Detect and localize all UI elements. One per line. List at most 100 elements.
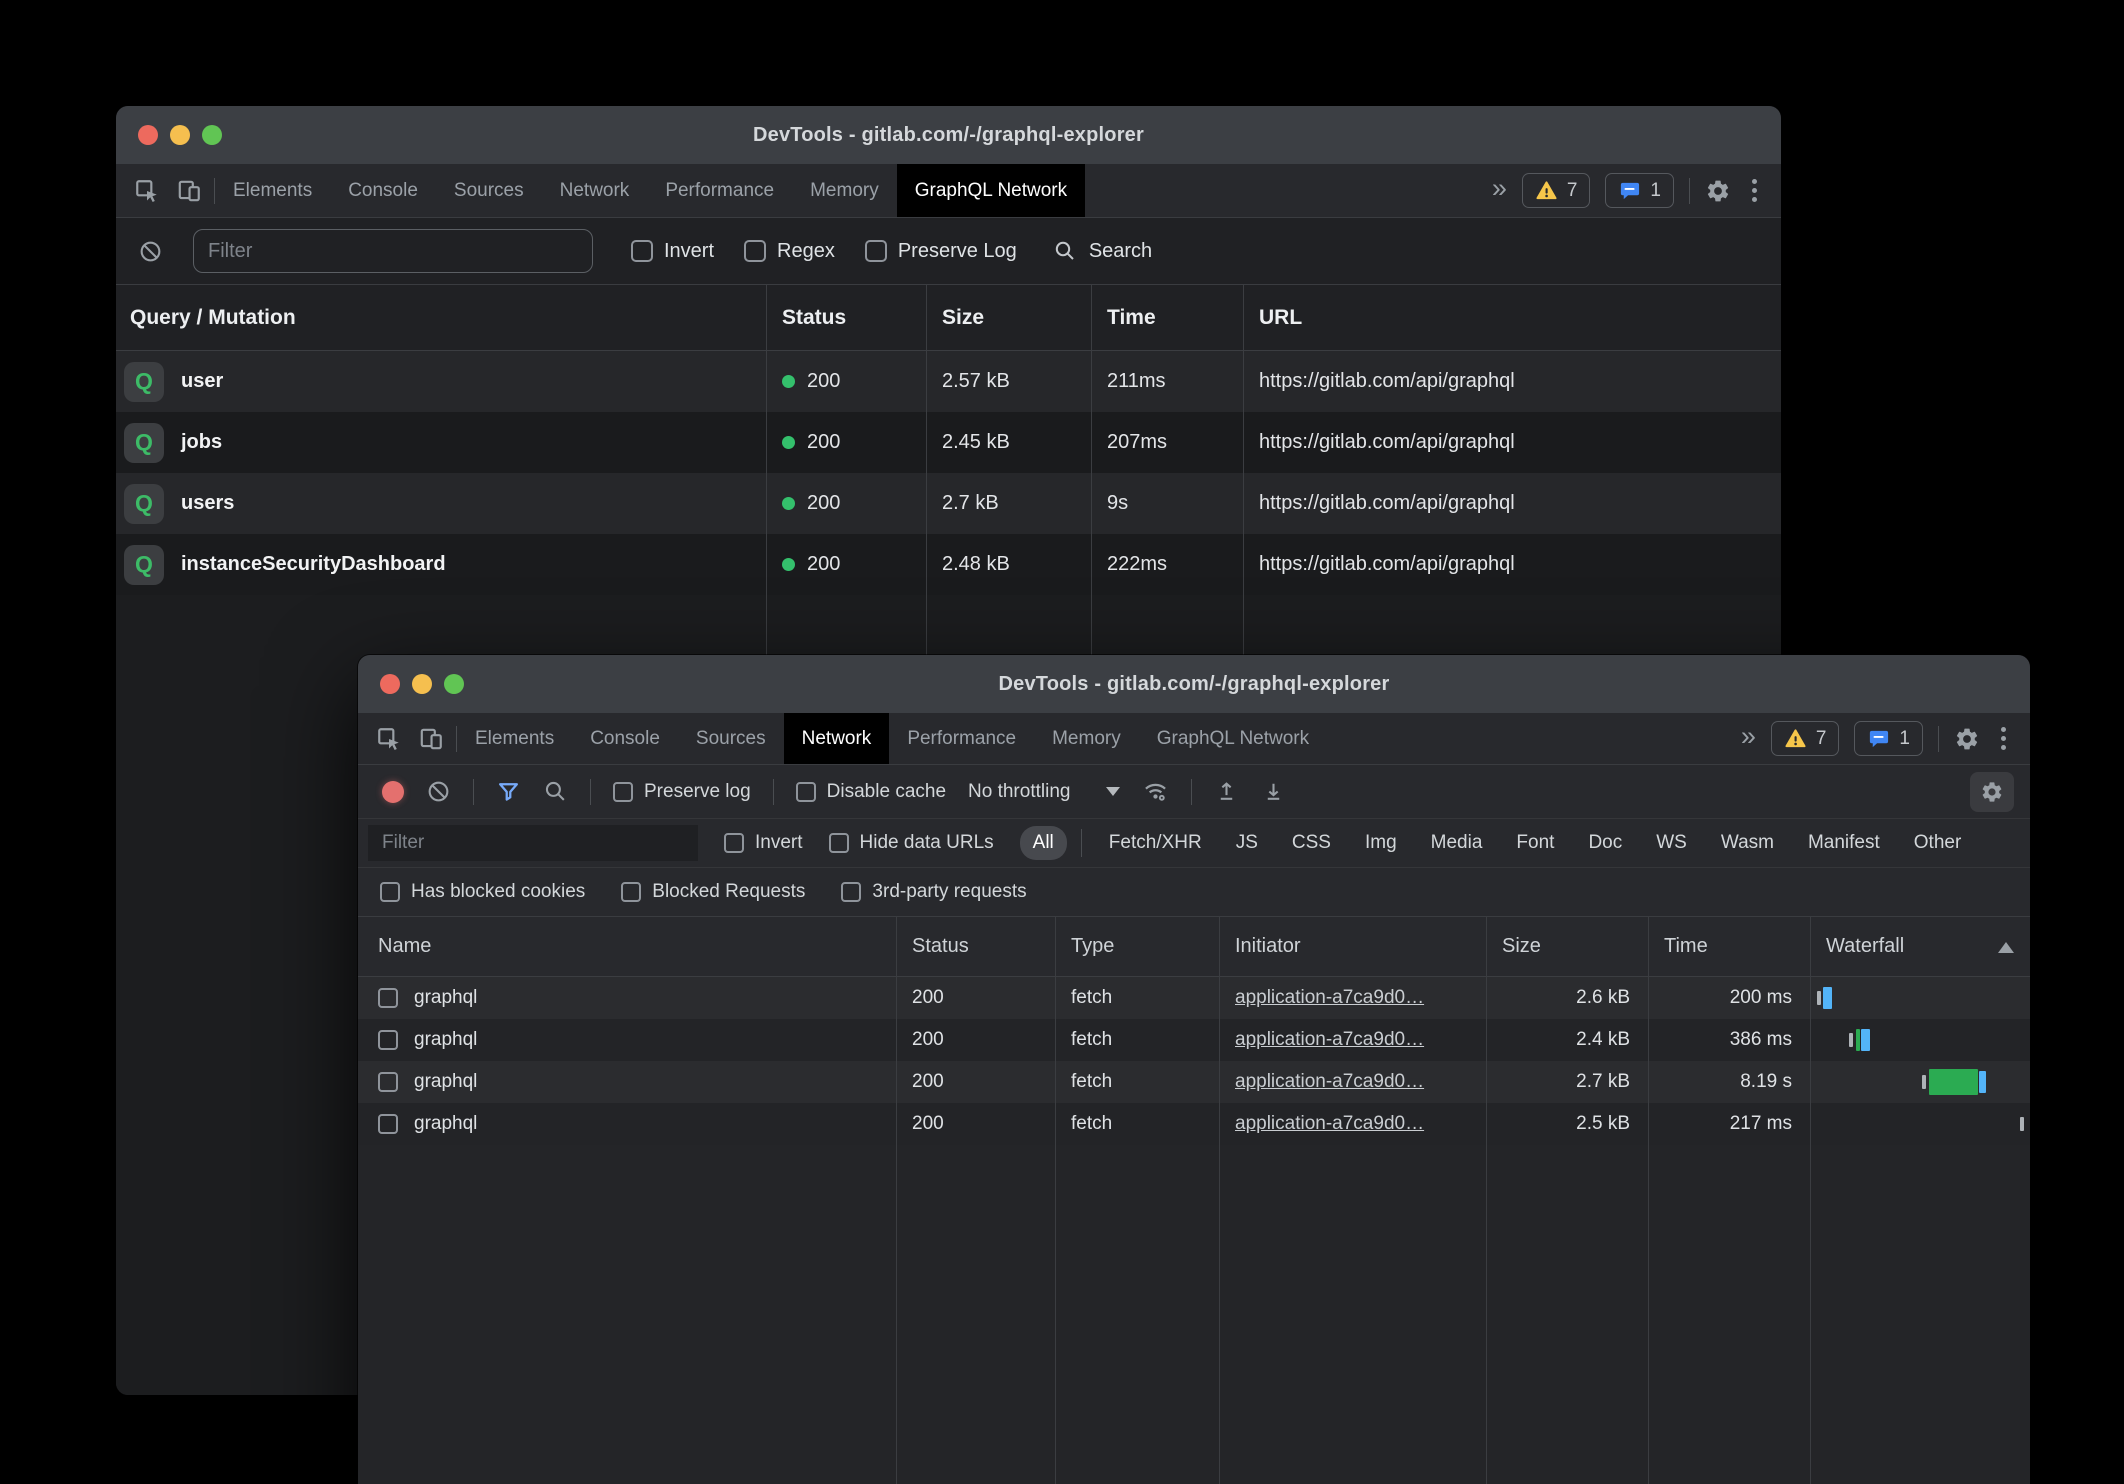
chip-manifest[interactable]: Manifest (1795, 826, 1893, 860)
row-checkbox[interactable] (378, 1030, 398, 1050)
column-header-query-mutation[interactable]: Query / Mutation (116, 306, 766, 330)
third-party-requests-checkbox[interactable] (841, 882, 861, 902)
preserve-log-checkbox-group[interactable]: Preserve log (613, 781, 751, 803)
column-header-status[interactable]: Status (896, 917, 1055, 976)
preserve-log-checkbox-group[interactable]: Preserve Log (865, 240, 1017, 263)
filter-input[interactable] (368, 825, 698, 861)
tab-graphql-network[interactable]: GraphQL Network (1139, 713, 1327, 764)
column-resize-handle[interactable] (1219, 917, 1220, 1484)
export-har-icon[interactable] (1261, 779, 1286, 804)
tab-network[interactable]: Network (784, 713, 890, 764)
column-header-initiator[interactable]: Initiator (1219, 917, 1486, 976)
import-har-icon[interactable] (1214, 779, 1239, 804)
record-button[interactable] (382, 781, 404, 803)
column-header-status[interactable]: Status (766, 306, 926, 330)
throttling-select[interactable]: No throttling (968, 781, 1120, 803)
request-row-1[interactable]: graphql200fetchapplication-a7ca9d0…2.6 k… (358, 977, 2030, 1019)
row-checkbox[interactable] (378, 1114, 398, 1134)
query-row-users[interactable]: Qusers2002.7 kB9shttps://gitlab.com/api/… (116, 473, 1781, 534)
has-blocked-cookies-checkbox[interactable] (380, 882, 400, 902)
tab-network[interactable]: Network (542, 164, 648, 217)
tab-memory[interactable]: Memory (792, 164, 897, 217)
initiator-link[interactable]: application-a7ca9d0… (1235, 1071, 1424, 1092)
warnings-badge[interactable]: 7 (1522, 173, 1591, 208)
row-checkbox[interactable] (378, 988, 398, 1008)
blocked-requests-checkbox-group[interactable]: Blocked Requests (621, 881, 805, 903)
tab-console[interactable]: Console (330, 164, 436, 217)
column-resize-handle[interactable] (896, 917, 897, 1484)
column-header-waterfall[interactable]: Waterfall (1810, 917, 2030, 976)
issues-badge[interactable]: 1 (1854, 721, 1923, 756)
zoom-button[interactable] (444, 674, 464, 694)
hide-data-urls-checkbox[interactable] (829, 833, 849, 853)
kebab-menu-icon[interactable] (1995, 723, 2012, 754)
zoom-button[interactable] (202, 125, 222, 145)
regex-checkbox-group[interactable]: Regex (744, 240, 835, 263)
chip-img[interactable]: Img (1352, 826, 1410, 860)
request-row-2[interactable]: graphql200fetchapplication-a7ca9d0…2.4 k… (358, 1019, 2030, 1061)
column-header-size[interactable]: Size (926, 306, 1091, 330)
settings-gear-icon[interactable] (1705, 178, 1731, 204)
disable-cache-checkbox[interactable] (796, 782, 816, 802)
third-party-requests-checkbox-group[interactable]: 3rd-party requests (841, 881, 1026, 903)
tab-performance[interactable]: Performance (889, 713, 1034, 764)
chip-media[interactable]: Media (1418, 826, 1496, 860)
tab-console[interactable]: Console (572, 713, 678, 764)
column-header-size[interactable]: Size (1486, 917, 1648, 976)
column-header-type[interactable]: Type (1055, 917, 1219, 976)
filter-funnel-icon[interactable] (496, 779, 521, 804)
close-button[interactable] (380, 674, 400, 694)
preserve-log-checkbox[interactable] (613, 782, 633, 802)
disable-cache-checkbox-group[interactable]: Disable cache (796, 781, 946, 803)
minimize-button[interactable] (170, 125, 190, 145)
settings-gear-icon[interactable] (1954, 726, 1980, 752)
search-button[interactable]: Search (1053, 239, 1152, 263)
more-tabs-icon[interactable]: » (1741, 723, 1756, 754)
column-resize-handle[interactable] (1810, 917, 1811, 1484)
network-conditions-icon[interactable] (1142, 778, 1169, 805)
column-resize-handle[interactable] (1055, 917, 1056, 1484)
chip-css[interactable]: CSS (1279, 826, 1344, 860)
invert-checkbox[interactable] (631, 240, 653, 262)
query-row-instancesecuritydashboard[interactable]: QinstanceSecurityDashboard2002.48 kB222m… (116, 534, 1781, 595)
chip-wasm[interactable]: Wasm (1708, 826, 1787, 860)
chip-font[interactable]: Font (1503, 826, 1567, 860)
titlebar[interactable]: DevTools - gitlab.com/-/graphql-explorer (116, 106, 1781, 164)
clear-icon[interactable] (426, 779, 451, 804)
chip-doc[interactable]: Doc (1575, 826, 1635, 860)
tab-sources[interactable]: Sources (436, 164, 542, 217)
request-row-4[interactable]: graphql200fetchapplication-a7ca9d0…2.5 k… (358, 1103, 2030, 1145)
has-blocked-cookies-checkbox-group[interactable]: Has blocked cookies (380, 881, 585, 903)
tab-sources[interactable]: Sources (678, 713, 784, 764)
tab-graphql-network[interactable]: GraphQL Network (897, 164, 1085, 217)
invert-checkbox-group[interactable]: Invert (724, 832, 803, 854)
clear-icon[interactable] (138, 239, 163, 264)
column-header-name[interactable]: Name (358, 917, 896, 976)
chip-ws[interactable]: WS (1643, 826, 1700, 860)
column-resize-handle[interactable] (1648, 917, 1649, 1484)
chip-other[interactable]: Other (1901, 826, 1975, 860)
invert-checkbox[interactable] (724, 833, 744, 853)
inspect-icon[interactable] (376, 726, 402, 752)
device-toolbar-icon[interactable] (176, 178, 202, 204)
issues-badge[interactable]: 1 (1605, 173, 1674, 208)
device-toolbar-icon[interactable] (418, 726, 444, 752)
inspect-icon[interactable] (134, 178, 160, 204)
invert-checkbox-group[interactable]: Invert (631, 240, 714, 263)
column-resize-handle[interactable] (1486, 917, 1487, 1484)
query-row-user[interactable]: Quser2002.57 kB211mshttps://gitlab.com/a… (116, 351, 1781, 412)
more-tabs-icon[interactable]: » (1492, 175, 1507, 206)
tab-memory[interactable]: Memory (1034, 713, 1139, 764)
preserve-log-checkbox[interactable] (865, 240, 887, 262)
hide-data-urls-checkbox-group[interactable]: Hide data URLs (829, 832, 994, 854)
panel-settings-button[interactable] (1970, 772, 2014, 812)
column-header-time[interactable]: Time (1091, 306, 1243, 330)
tab-performance[interactable]: Performance (647, 164, 792, 217)
titlebar[interactable]: DevTools - gitlab.com/-/graphql-explorer (358, 655, 2030, 713)
column-header-url[interactable]: URL (1243, 306, 1781, 330)
filter-input[interactable] (193, 229, 593, 273)
initiator-link[interactable]: application-a7ca9d0… (1235, 1113, 1424, 1134)
blocked-requests-checkbox[interactable] (621, 882, 641, 902)
initiator-link[interactable]: application-a7ca9d0… (1235, 987, 1424, 1008)
minimize-button[interactable] (412, 674, 432, 694)
